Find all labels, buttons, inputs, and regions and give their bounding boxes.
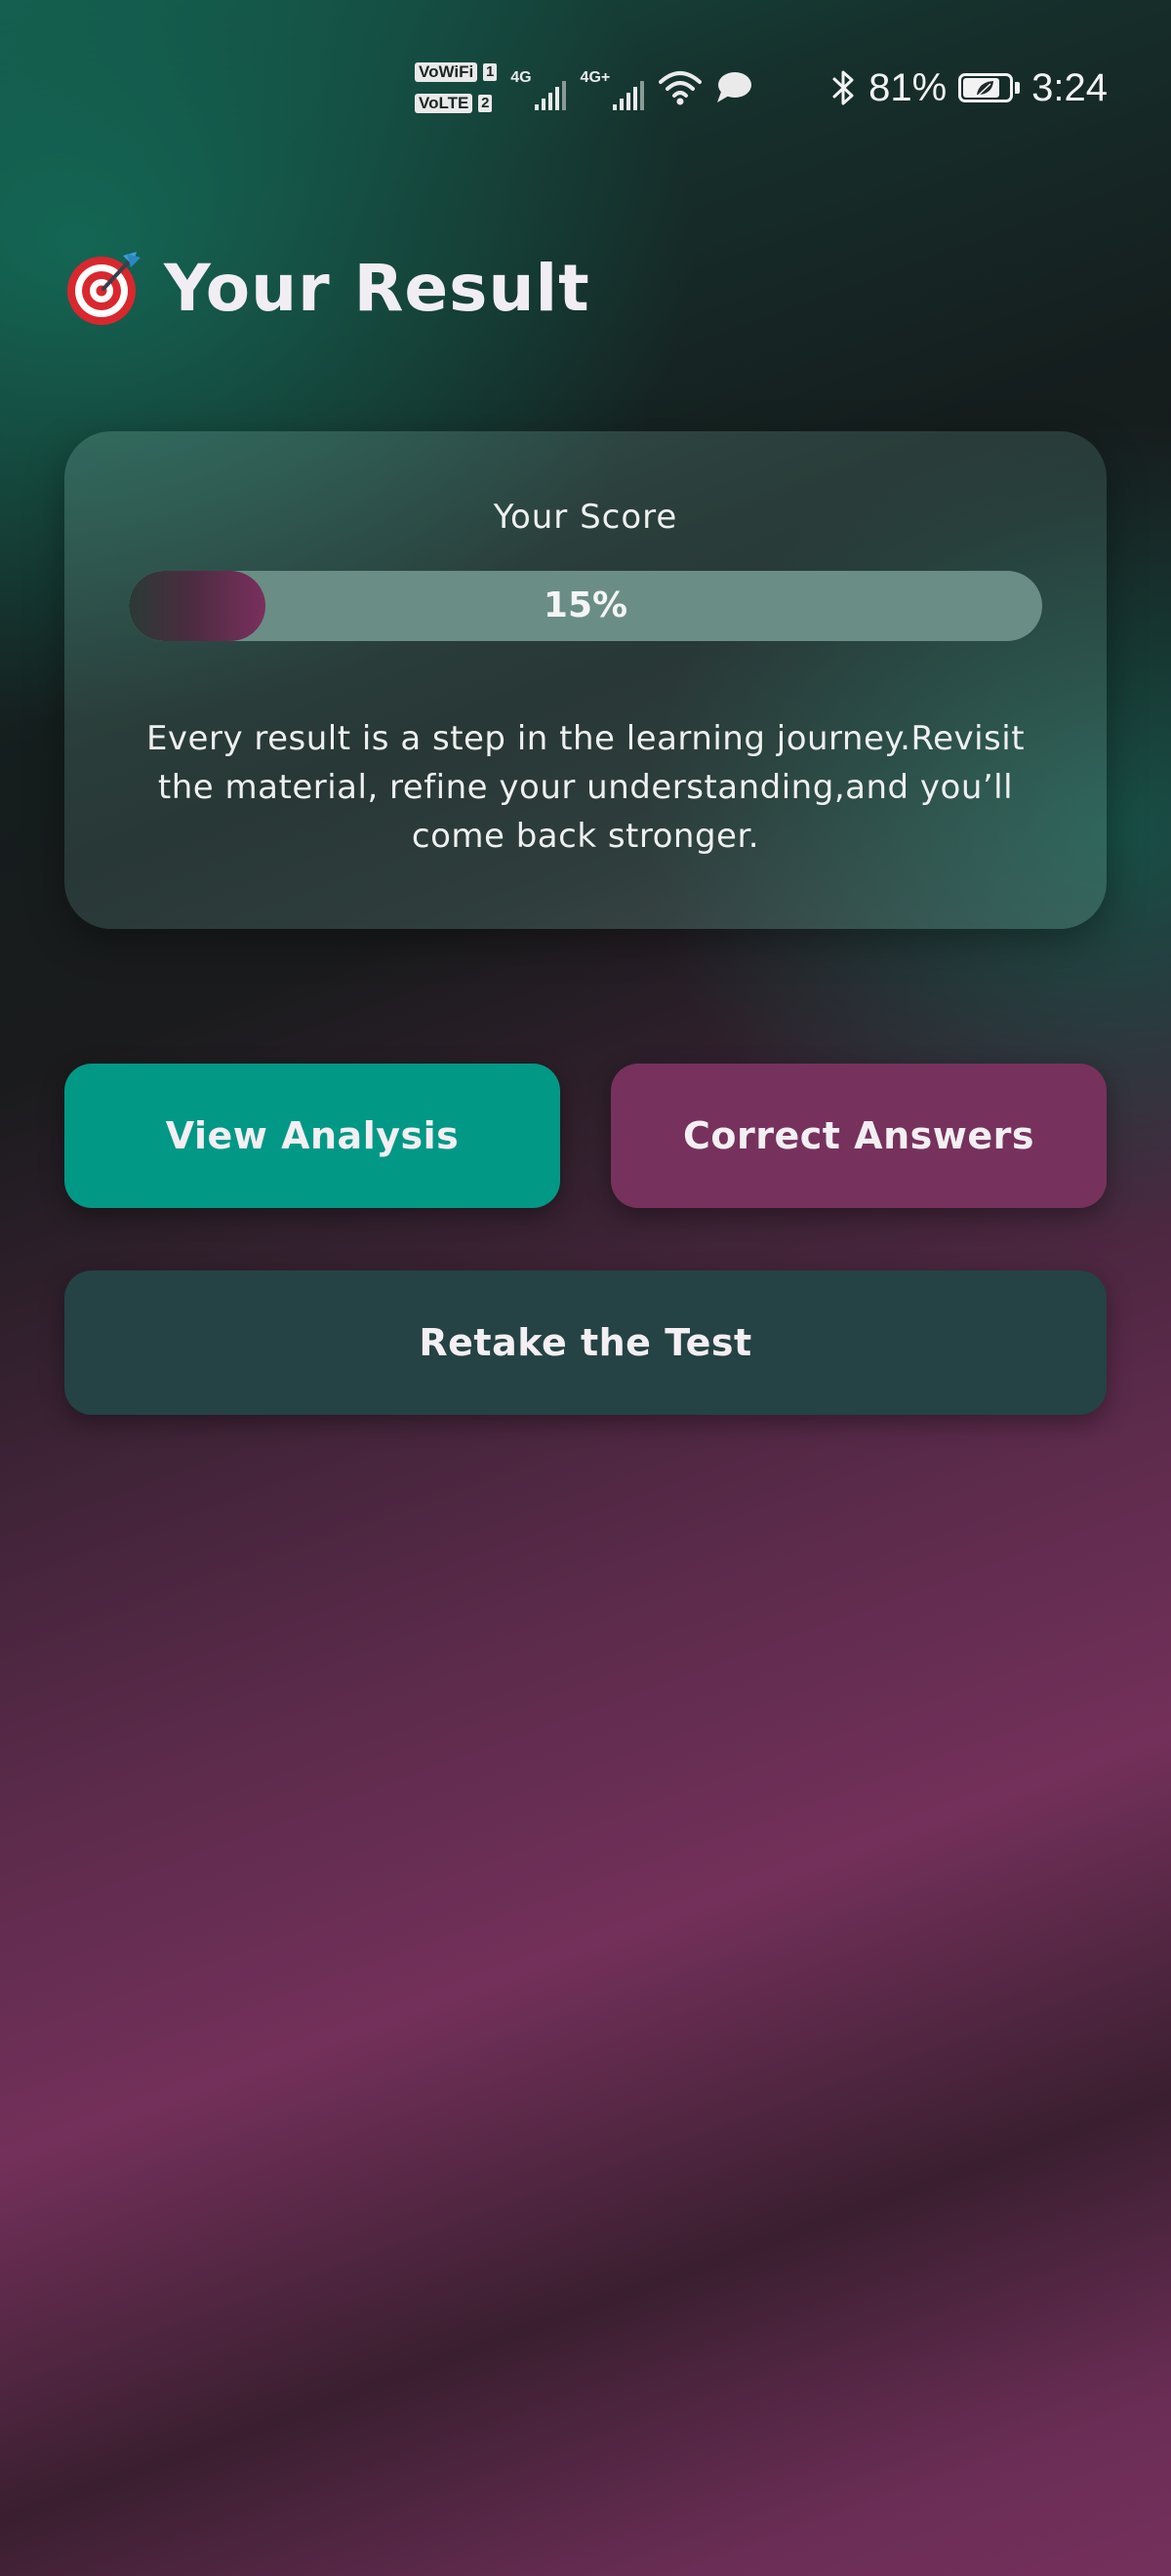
status-bar-left: VoWiFi 1 VoLTE 2 4G 4G+ — [415, 54, 752, 122]
view-analysis-button[interactable]: View Analysis — [64, 1064, 560, 1208]
battery-icon — [958, 73, 1021, 102]
encouragement-message: Every result is a step in the learning j… — [145, 719, 1026, 856]
network-type-label: 4G — [510, 69, 532, 86]
status-bar-right: 81% 3:24 — [831, 54, 1108, 122]
page-header: Your Result — [64, 244, 590, 332]
volte-badge: VoLTE — [415, 94, 473, 113]
sim2-number: 2 — [478, 95, 493, 112]
correct-answers-button[interactable]: Correct Answers — [611, 1064, 1107, 1208]
battery-percent: 81% — [868, 65, 948, 109]
sim1-indicator: VoWiFi 1 — [415, 62, 498, 82]
vowifi-badge: VoWiFi — [415, 62, 478, 82]
clock: 3:24 — [1031, 65, 1108, 109]
signal-bars-icon — [613, 81, 645, 110]
status-bar: VoWiFi 1 VoLTE 2 4G 4G+ 81% 3:24 — [0, 0, 1171, 146]
battery-saver-leaf-icon — [976, 81, 994, 98]
sim2-indicator: VoLTE 2 — [415, 94, 497, 113]
sim1-number: 1 — [483, 63, 498, 81]
signal-bars-icon — [534, 81, 566, 110]
page-title: Your Result — [164, 250, 590, 326]
score-percent: 15% — [543, 585, 628, 625]
sim-indicators: VoWiFi 1 VoLTE 2 — [415, 62, 498, 113]
score-label: Your Score — [493, 498, 678, 537]
sim1-network: 4G — [510, 63, 566, 112]
score-card: Your Score 15% Every result is a step in… — [64, 431, 1107, 929]
wifi-icon — [659, 71, 703, 105]
retake-test-button[interactable]: Retake the Test — [64, 1270, 1107, 1415]
bluetooth-icon — [832, 70, 854, 105]
message-bubble-icon — [717, 72, 752, 102]
score-progress-bar: 15% — [129, 571, 1042, 641]
network-type-label: 4G+ — [580, 69, 611, 86]
sim2-network: 4G+ — [581, 63, 646, 112]
target-dart-icon — [67, 252, 141, 325]
